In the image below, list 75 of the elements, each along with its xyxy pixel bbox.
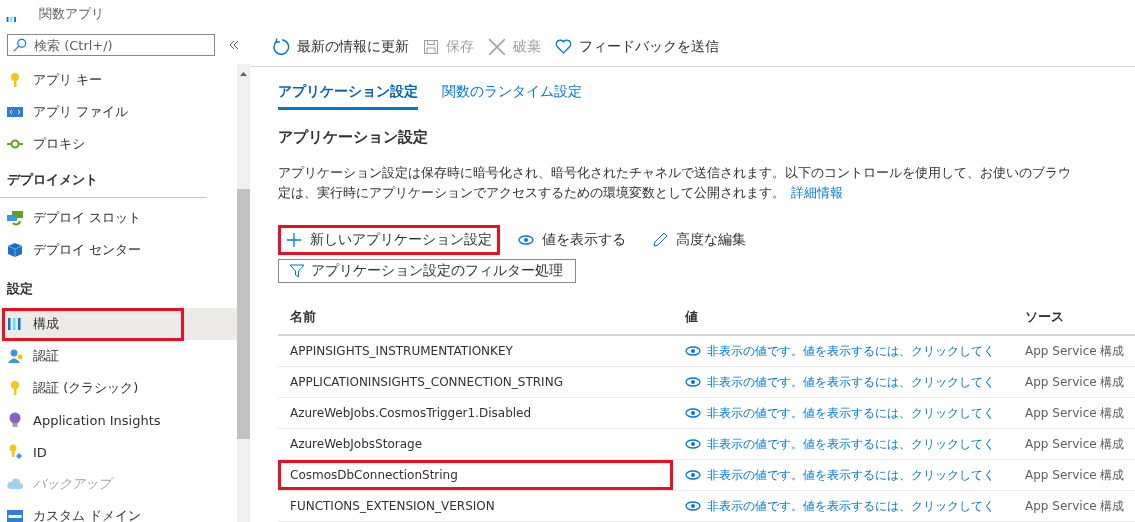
table-cell: App Service 構成 xyxy=(1013,428,1135,460)
sidebar-item[interactable]: プロキシ xyxy=(0,128,237,160)
heart-icon xyxy=(555,38,572,55)
table-cell: App Service 構成 xyxy=(1013,490,1135,522)
close-icon xyxy=(488,37,506,56)
toolbar-button[interactable]: フィードバックを送信 xyxy=(555,37,719,56)
section-header: 設定 xyxy=(6,279,34,298)
table-cell: APPINSIGHTS_INSTRUMENTATIONKEY xyxy=(278,335,673,367)
key-badge-icon xyxy=(7,444,23,460)
sidebar-item[interactable]: 認証 (クラシック) xyxy=(0,372,237,404)
eye-icon xyxy=(685,467,701,483)
scrollbar[interactable] xyxy=(237,64,250,522)
toolbar-button[interactable]: 最新の情報に更新 xyxy=(272,37,409,56)
column-header[interactable]: 名前 xyxy=(278,301,673,335)
collapse-icon[interactable] xyxy=(229,40,239,50)
description-text: 定は、実行時にアプリケーションでアクセスするための環境変数として公開されます。 xyxy=(278,185,785,200)
sidebar-item[interactable]: 認証 xyxy=(0,340,237,372)
table-cell: AzureWebJobsStorage xyxy=(278,428,673,460)
lightbulb-icon xyxy=(7,412,23,428)
table-cell: App Service 構成 xyxy=(1013,459,1135,491)
table-cell: App Service 構成 xyxy=(1013,397,1135,429)
learn-more-link[interactable]: 詳細情報 xyxy=(791,185,843,200)
filter-icon xyxy=(289,263,305,279)
eye-icon xyxy=(685,498,701,514)
column-header[interactable]: 値 xyxy=(673,301,1013,335)
table-cell: APPLICATIONINSIGHTS_CONNECTION_STRING xyxy=(278,366,673,398)
section-header: デプロイメント xyxy=(0,164,207,198)
search-field[interactable]: 検索 (Ctrl+/) xyxy=(7,34,215,56)
app-subtitle: 関数アプリ xyxy=(39,7,104,21)
description-text: アプリケーション設定は保存時に暗号化され、暗号化されたチャネルで送信されます。以下のコントロールを使用して、お使いのブラウ xyxy=(278,164,1072,182)
cloud-icon xyxy=(7,476,23,492)
scrollbar-thumb[interactable] xyxy=(237,189,250,439)
sidebar-item[interactable]: Application Insights xyxy=(0,404,237,436)
slots-icon xyxy=(7,210,23,226)
eye-icon xyxy=(685,436,701,452)
table-cell: App Service 構成 xyxy=(1013,366,1135,398)
person-key-icon xyxy=(7,348,23,364)
table-cell: CosmosDbConnectionString xyxy=(278,459,673,491)
sidebar-item[interactable]: アプリ ファイル xyxy=(0,96,237,128)
eye-icon xyxy=(518,232,534,248)
hidden-value-link[interactable]: 非表示の値です。値を表示するには、クリックしてく xyxy=(685,342,1001,360)
filter-button[interactable]: アプリケーション設定のフィルター処理 xyxy=(278,259,576,283)
table-cell: FUNCTIONS_EXTENSION_VERSION xyxy=(278,490,673,522)
search-icon xyxy=(13,38,27,52)
sidebar-item[interactable]: ID xyxy=(0,436,237,468)
table-cell: App Service 構成 xyxy=(1013,335,1135,367)
cube-icon xyxy=(7,242,23,258)
sidebar-item[interactable]: カスタム ドメイン xyxy=(0,500,237,522)
sidebar-item[interactable]: 構成 xyxy=(0,308,237,340)
action-button[interactable]: 新しいアプリケーション設定 xyxy=(278,225,500,255)
pencil-icon xyxy=(652,232,668,248)
hidden-value-link[interactable]: 非表示の値です。値を表示するには、クリックしてく xyxy=(685,373,1001,391)
hidden-value-link[interactable]: 非表示の値です。値を表示するには、クリックしてく xyxy=(685,497,1001,515)
plus-icon xyxy=(286,232,302,248)
hidden-value-link[interactable]: 非表示の値です。値を表示するには、クリックしてく xyxy=(685,466,1001,484)
code-file-icon xyxy=(7,104,23,120)
scroll-up-icon[interactable] xyxy=(237,69,250,79)
sidebar-item[interactable]: デプロイ スロット xyxy=(0,202,237,234)
hidden-value-link[interactable]: 非表示の値です。値を表示するには、クリックしてく xyxy=(685,435,1001,453)
sidebar-item[interactable]: デプロイ センター xyxy=(0,234,237,266)
refresh-icon xyxy=(272,37,290,56)
hidden-value-link[interactable]: 非表示の値です。値を表示するには、クリックしてく xyxy=(685,404,1001,422)
action-button[interactable]: 値を表示する xyxy=(510,225,634,255)
table-cell: AzureWebJobs.CosmosTrigger1.Disabled xyxy=(278,397,673,429)
bars-icon xyxy=(7,316,23,332)
column-header[interactable]: ソース xyxy=(1013,301,1135,335)
eye-icon xyxy=(685,405,701,421)
section-heading: アプリケーション設定 xyxy=(278,128,429,147)
save-icon xyxy=(423,38,439,55)
eye-icon xyxy=(685,343,701,359)
sidebar-item[interactable]: アプリ キー xyxy=(0,64,237,96)
tab[interactable]: アプリケーション設定 xyxy=(278,83,418,110)
tab[interactable]: 関数のランタイム設定 xyxy=(442,83,582,110)
eye-icon xyxy=(685,374,701,390)
action-button[interactable]: 高度な編集 xyxy=(644,225,754,255)
